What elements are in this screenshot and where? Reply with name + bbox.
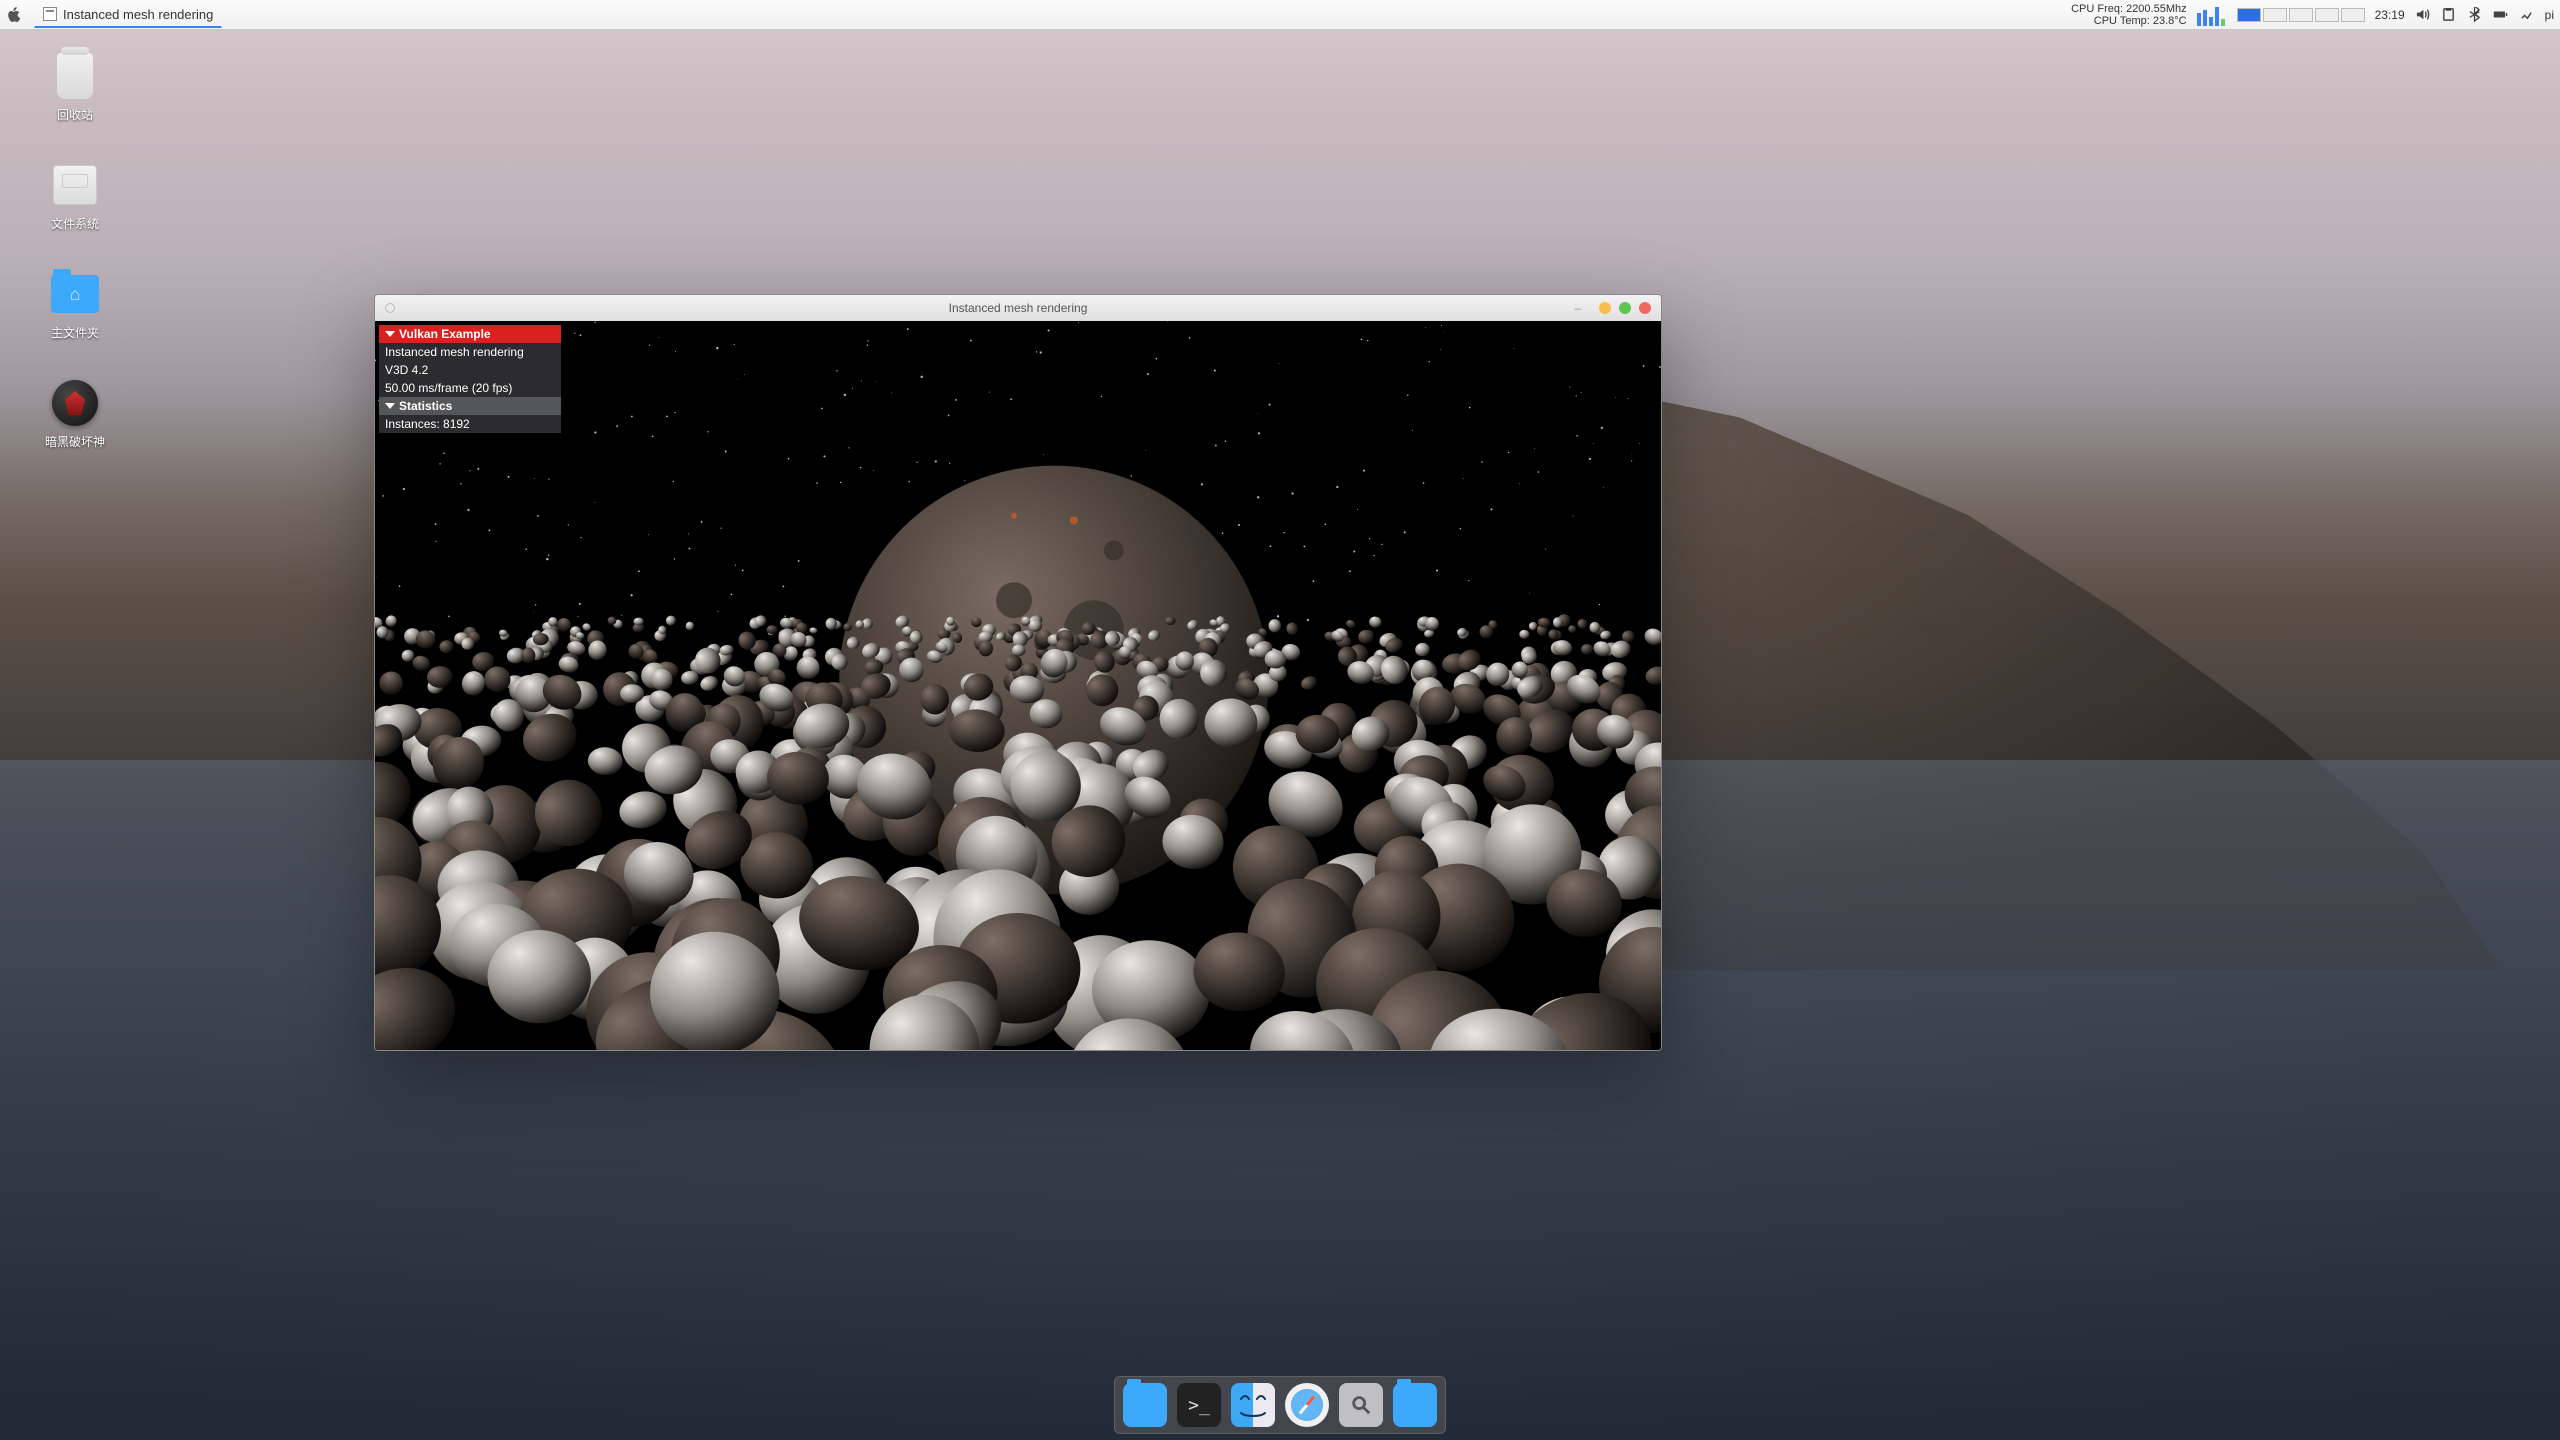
- menu-bar: Instanced mesh rendering CPU Freq: 2200.…: [0, 0, 2560, 30]
- cpu-temp-label: CPU Temp: 23.8°C: [2071, 15, 2187, 27]
- window-icon: [43, 7, 57, 21]
- cpu-info: CPU Freq: 2200.55Mhz CPU Temp: 23.8°C: [2071, 3, 2187, 27]
- app-window[interactable]: Instanced mesh rendering –: [374, 294, 1662, 1051]
- overlay-title: Instanced mesh rendering: [379, 343, 561, 361]
- dock-safari-icon[interactable]: [1285, 1383, 1329, 1427]
- apple-menu-icon[interactable]: [0, 0, 28, 29]
- cpu-freq-label: CPU Freq: 2200.55Mhz: [2071, 3, 2187, 15]
- traffic-light-close[interactable]: [1639, 302, 1651, 314]
- debug-overlay[interactable]: Vulkan Example Instanced mesh rendering …: [379, 325, 561, 433]
- network-icon[interactable]: [2519, 7, 2535, 23]
- overlay-instances: Instances: 8192: [379, 415, 561, 433]
- overlay-stats-header[interactable]: Statistics: [379, 397, 561, 415]
- collapse-arrow-icon[interactable]: [385, 403, 395, 409]
- overlay-frametime: 50.00 ms/frame (20 fps): [379, 379, 561, 397]
- bluetooth-icon[interactable]: [2467, 7, 2483, 23]
- dock-folder-icon[interactable]: [1393, 1383, 1437, 1427]
- overlay-header[interactable]: Vulkan Example: [379, 325, 561, 343]
- window-menu-icon[interactable]: [385, 303, 395, 313]
- traffic-light-maximize[interactable]: [1619, 302, 1631, 314]
- filesystem-icon[interactable]: 文件系统: [30, 159, 120, 232]
- window-minimize-glyph[interactable]: –: [1574, 301, 1581, 315]
- window-title: Instanced mesh rendering: [375, 301, 1661, 315]
- battery-icon[interactable]: [2493, 7, 2509, 23]
- home-label: 主文件夹: [51, 324, 99, 341]
- overlay-header-label: Vulkan Example: [399, 327, 491, 341]
- clipboard-icon[interactable]: [2441, 7, 2457, 23]
- desktop-icons: 回收站 文件系统 ⌂ 主文件夹 暗黑破坏神: [30, 50, 120, 450]
- volume-icon[interactable]: [2415, 7, 2431, 23]
- trash-icon[interactable]: 回收站: [30, 50, 120, 123]
- trash-label: 回收站: [57, 106, 93, 123]
- dock-search-icon[interactable]: [1339, 1383, 1383, 1427]
- render-viewport[interactable]: [375, 321, 1661, 1050]
- clock-label: 23:19: [2375, 8, 2405, 22]
- traffic-light-minimize[interactable]: [1599, 302, 1611, 314]
- overlay-api: V3D 4.2: [379, 361, 561, 379]
- host-label: pi: [2545, 8, 2554, 22]
- home-folder-icon[interactable]: ⌂ 主文件夹: [30, 268, 120, 341]
- dock-files-icon[interactable]: [1123, 1383, 1167, 1427]
- dock-terminal-icon[interactable]: [1177, 1383, 1221, 1427]
- filesystem-label: 文件系统: [51, 215, 99, 232]
- cpu-graph: [2197, 4, 2227, 26]
- taskbar-app-label: Instanced mesh rendering: [63, 7, 213, 22]
- overlay-stats-label: Statistics: [399, 399, 452, 413]
- window-titlebar[interactable]: Instanced mesh rendering –: [375, 295, 1661, 321]
- collapse-arrow-icon[interactable]: [385, 331, 395, 337]
- dock[interactable]: [1114, 1376, 1446, 1434]
- game-app-icon[interactable]: 暗黑破坏神: [30, 377, 120, 450]
- game-label: 暗黑破坏神: [45, 433, 105, 450]
- ram-graph: [2237, 8, 2365, 22]
- taskbar-app-item[interactable]: Instanced mesh rendering: [34, 2, 222, 28]
- dock-finder-icon[interactable]: [1231, 1383, 1275, 1427]
